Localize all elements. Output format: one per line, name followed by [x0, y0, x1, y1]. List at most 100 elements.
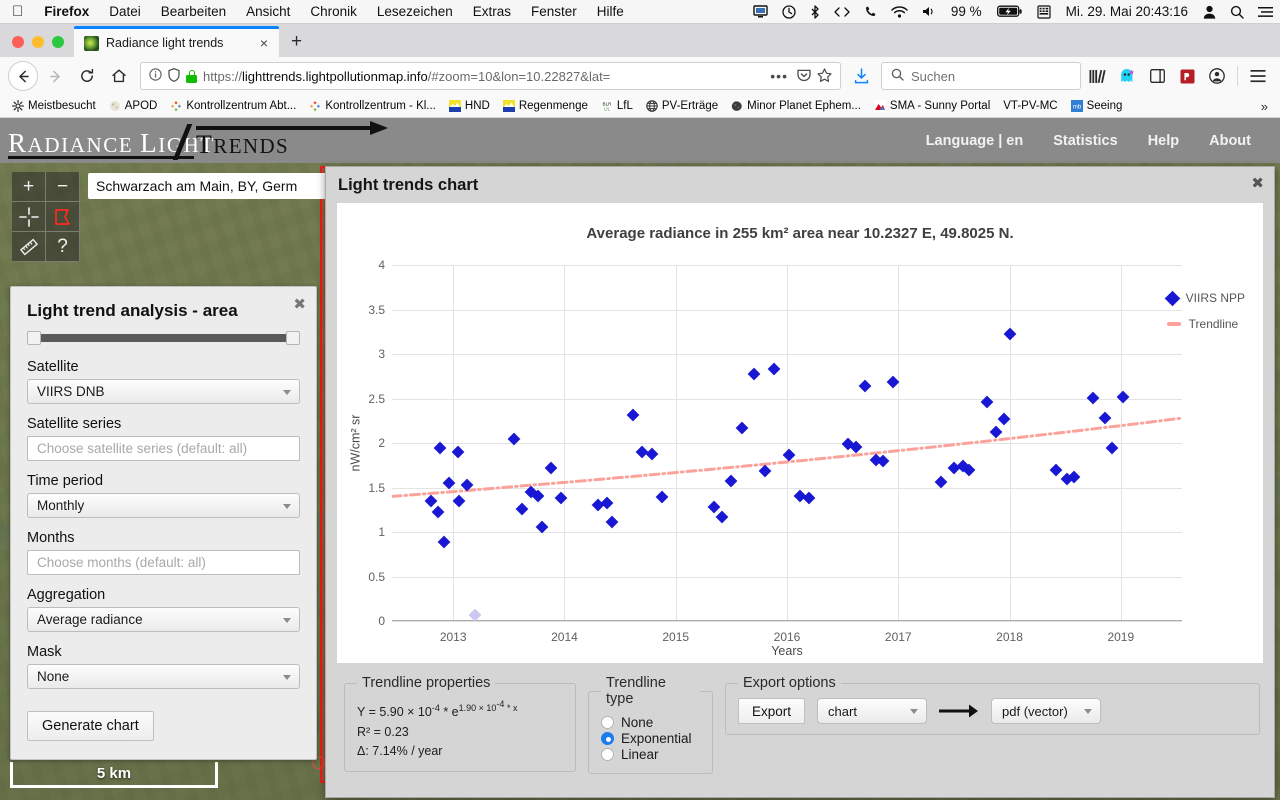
radio-option-exponential[interactable]: Exponential — [601, 731, 700, 746]
zoom-in-icon[interactable]: + — [12, 172, 46, 202]
bookmark-regenmenge[interactable]: Regenmenge — [497, 100, 594, 112]
radio-option-linear[interactable]: Linear — [601, 747, 700, 762]
menu-item-datei[interactable]: Datei — [99, 4, 151, 19]
satellite-series-input[interactable]: Choose satellite series (default: all) — [27, 436, 300, 461]
volume-icon[interactable] — [915, 5, 943, 18]
label-time-period: Time period — [27, 473, 104, 489]
menu-item-lesezeichen[interactable]: Lesezeichen — [367, 4, 463, 19]
bookmark-vt-pv-mc[interactable]: VT-PV-MC — [997, 100, 1063, 112]
bookmark-seeing[interactable]: mb Seeing — [1065, 100, 1129, 112]
phone-icon[interactable] — [857, 5, 884, 18]
lock-icon[interactable] — [186, 69, 197, 83]
draw-area-icon[interactable] — [46, 202, 80, 232]
site-logo[interactable]: RADIANCE LIGHT TRENDS — [0, 118, 400, 163]
battery-charging-icon[interactable] — [990, 5, 1030, 18]
window-maximize-button[interactable] — [52, 36, 64, 48]
bookmark-lfl[interactable]: BLR LfL LfL — [595, 100, 639, 112]
nav-about[interactable]: About — [1194, 133, 1266, 149]
export-button[interactable]: Export — [738, 698, 806, 724]
nav-help[interactable]: Help — [1133, 133, 1194, 149]
search-icon[interactable] — [1223, 5, 1251, 19]
page-info-icon[interactable] — [149, 68, 162, 84]
back-button[interactable] — [8, 61, 38, 91]
url-text[interactable]: https://lighttrends.lightpollutionmap.in… — [203, 69, 761, 84]
modal-header: Light trends chart ✖ — [326, 167, 1274, 203]
chart-canvas[interactable]: Average radiance in 255 km² area near 10… — [337, 203, 1263, 663]
generate-chart-button[interactable]: Generate chart — [27, 711, 154, 741]
zoom-out-icon[interactable]: − — [46, 172, 80, 202]
radio-icon[interactable] — [601, 748, 614, 761]
tab-close-icon[interactable]: × — [257, 36, 271, 50]
star-icon[interactable] — [817, 67, 832, 85]
address-bar[interactable]: https://lighttrends.lightpollutionmap.in… — [140, 62, 841, 90]
bookmark-pv-ertraege[interactable]: PV-Erträge — [640, 100, 724, 112]
satellite-select[interactable]: VIIRS DNB — [27, 379, 300, 404]
months-input[interactable]: Choose months (default: all) — [27, 550, 300, 575]
bookmark-meistbesucht[interactable]: Meistbesucht — [6, 100, 102, 112]
forward-button[interactable] — [40, 61, 70, 91]
bookmark-kontrollzentrum-abt[interactable]: Kontrollzentrum Abt... — [164, 100, 302, 112]
menu-item-bearbeiten[interactable]: Bearbeiten — [151, 4, 236, 19]
slider-handle-right[interactable] — [286, 331, 300, 345]
reload-button[interactable] — [72, 61, 102, 91]
map-search-value: Schwarzach am Main, BY, Germ — [96, 178, 298, 194]
library-icon[interactable] — [1083, 62, 1111, 90]
radio-icon-selected[interactable] — [601, 732, 614, 745]
user-icon[interactable] — [1196, 5, 1223, 19]
radio-icon[interactable] — [601, 716, 614, 729]
crosshair-icon[interactable] — [12, 202, 46, 232]
mask-select[interactable]: None — [27, 664, 300, 689]
opacity-slider[interactable] — [27, 331, 300, 345]
pocket-icon[interactable] — [797, 68, 811, 85]
bookmark-minor-planet[interactable]: Minor Planet Ephem... — [725, 100, 867, 112]
slider-handle-left[interactable] — [27, 331, 41, 345]
bookmark-hnd[interactable]: HND — [443, 100, 496, 112]
export-format-select[interactable]: pdf (vector) — [991, 698, 1102, 724]
bookmarks-overflow-icon[interactable]: » — [1255, 99, 1274, 114]
map-search-box[interactable]: Schwarzach am Main, BY, Germ — [88, 173, 333, 199]
ghostery-icon[interactable] — [1113, 62, 1141, 90]
download-icon[interactable] — [847, 62, 875, 90]
menu-item-firefox[interactable]: Firefox — [34, 4, 99, 19]
time-machine-icon[interactable] — [775, 4, 803, 19]
help-icon[interactable]: ? — [46, 232, 80, 262]
bluetooth-icon[interactable] — [803, 4, 827, 19]
apple-logo-icon[interactable]:  — [0, 4, 34, 19]
time-period-select[interactable]: Monthly — [27, 493, 300, 518]
account-icon[interactable] — [1203, 62, 1231, 90]
panel-close-icon[interactable]: ✖ — [293, 297, 306, 312]
browser-search-bar[interactable]: Suchen — [881, 62, 1081, 90]
nav-statistics[interactable]: Statistics — [1038, 133, 1132, 149]
wifi-icon[interactable] — [884, 5, 915, 18]
home-button[interactable] — [104, 61, 134, 91]
menu-item-extras[interactable]: Extras — [463, 4, 521, 19]
pdf-icon[interactable] — [1173, 62, 1201, 90]
menu-item-chronik[interactable]: Chronik — [300, 4, 367, 19]
page-actions-icon[interactable]: ••• — [767, 68, 791, 84]
menu-icon[interactable] — [1244, 62, 1272, 90]
screen-share-icon[interactable] — [746, 5, 775, 18]
legend-item-viirs: VIIRS NPP — [1164, 290, 1245, 306]
modal-close-icon[interactable]: ✖ — [1251, 176, 1264, 191]
tracking-protection-icon[interactable] — [168, 67, 180, 85]
radio-option-none[interactable]: None — [601, 715, 700, 730]
window-close-button[interactable] — [12, 36, 24, 48]
menu-item-fenster[interactable]: Fenster — [521, 4, 587, 19]
menu-item-hilfe[interactable]: Hilfe — [587, 4, 634, 19]
bookmark-apod[interactable]: APOD — [103, 100, 164, 112]
export-target-select[interactable]: chart — [817, 698, 928, 724]
aggregation-select[interactable]: Average radiance — [27, 607, 300, 632]
new-tab-button[interactable]: + — [279, 32, 312, 57]
measure-icon[interactable] — [12, 232, 46, 262]
input-source-icon[interactable] — [1030, 4, 1058, 19]
bookmark-kontrollzentrum-kl[interactable]: Kontrollzentrum - Kl... — [303, 100, 442, 112]
window-minimize-button[interactable] — [32, 36, 44, 48]
sidebar-icon[interactable] — [1143, 62, 1171, 90]
browser-tab[interactable]: Radiance light trends × — [74, 26, 279, 57]
notification-center-icon[interactable] — [1251, 6, 1280, 18]
menubar-clock[interactable]: Mi. 29. Mai 20:43:16 — [1058, 4, 1196, 19]
bookmark-sma-sunny-portal[interactable]: SMA - Sunny Portal — [868, 100, 996, 112]
nav-language[interactable]: Language | en — [911, 133, 1039, 149]
code-icon[interactable] — [827, 6, 857, 18]
menu-item-ansicht[interactable]: Ansicht — [236, 4, 300, 19]
